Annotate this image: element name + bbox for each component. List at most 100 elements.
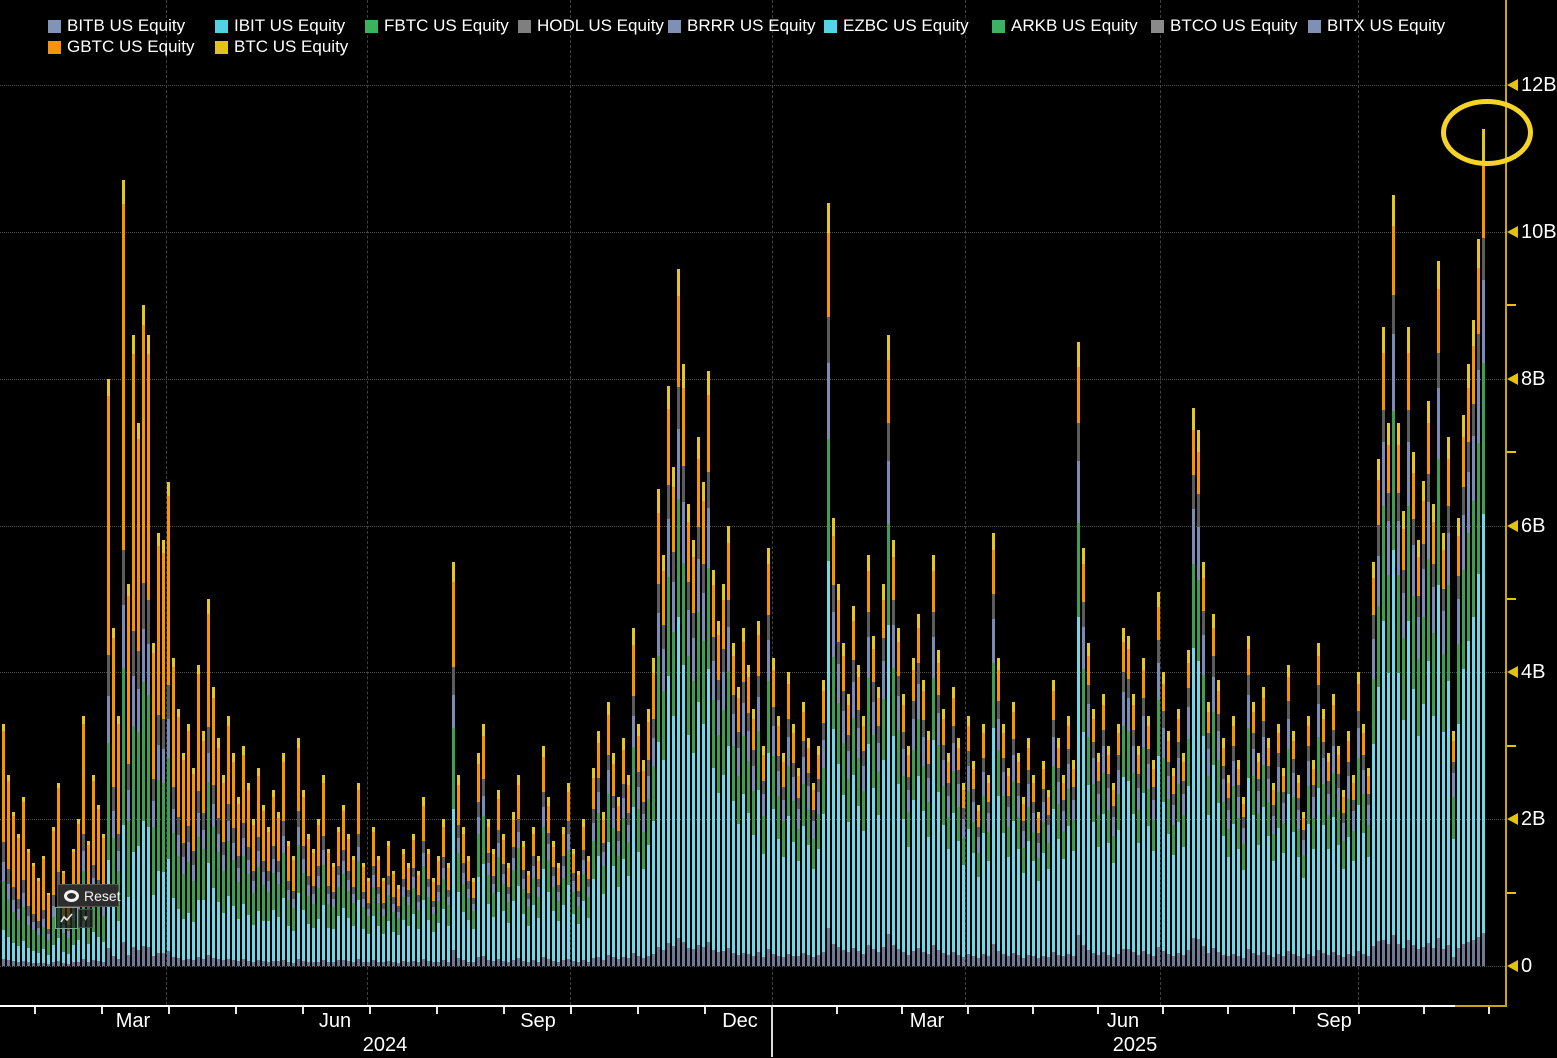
bar-segment-gbtc bbox=[1182, 762, 1185, 781]
bar-segment-btc bbox=[422, 797, 425, 805]
bar-segment-ibit bbox=[1252, 815, 1255, 952]
bar-segment-bitb bbox=[497, 843, 500, 857]
bar-segment-gray bbox=[1292, 759, 1295, 773]
legend-item-arkb[interactable]: ARKB US Equity bbox=[992, 16, 1138, 36]
volume-bar bbox=[1422, 481, 1425, 966]
legend-item-btc[interactable]: BTC US Equity bbox=[215, 37, 348, 57]
volume-bar bbox=[132, 335, 135, 966]
bar-segment-fbtc bbox=[1122, 726, 1125, 777]
bar-segment-base bbox=[87, 962, 90, 966]
bar-segment-base bbox=[1322, 953, 1325, 966]
volume-bar bbox=[42, 856, 45, 966]
bar-segment-base bbox=[1077, 935, 1080, 966]
bar-segment-btc bbox=[502, 834, 505, 841]
bar-segment-fbtc bbox=[102, 916, 105, 942]
bar-segment-base bbox=[382, 962, 385, 966]
volume-bar bbox=[692, 540, 695, 966]
bar-segment-btc bbox=[202, 731, 205, 740]
bar-segment-gbtc bbox=[332, 867, 335, 892]
bar-segment-fbtc bbox=[1232, 786, 1235, 823]
bar-segment-gbtc bbox=[42, 859, 45, 910]
volume-bar bbox=[597, 731, 600, 966]
bar-segment-base bbox=[1382, 940, 1385, 966]
bar-segment-gbtc bbox=[647, 722, 650, 761]
bar-segment-gbtc bbox=[1387, 445, 1390, 494]
volume-bar bbox=[587, 856, 590, 966]
bar-segment-ibit bbox=[302, 910, 305, 961]
bar-segment-base bbox=[1312, 956, 1315, 966]
bar-segment-gray bbox=[1122, 672, 1125, 692]
legend-item-brrr[interactable]: BRRR US Equity bbox=[668, 16, 815, 36]
bar-segment-btc bbox=[112, 628, 115, 638]
chart-type-dropdown-button[interactable]: ▾ bbox=[78, 909, 93, 928]
stacked-bars-plot[interactable] bbox=[0, 0, 1557, 966]
bar-segment-ibit bbox=[1242, 870, 1245, 958]
y-axis-major-tick bbox=[1507, 960, 1518, 972]
volume-bar bbox=[127, 584, 130, 966]
bar-segment-gbtc bbox=[927, 740, 930, 763]
bar-segment-base bbox=[1362, 954, 1365, 966]
volume-bar bbox=[867, 555, 870, 966]
legend-item-bitb[interactable]: BITB US Equity bbox=[48, 16, 185, 36]
bar-segment-gbtc bbox=[47, 895, 50, 929]
bar-segment-gray bbox=[287, 881, 290, 890]
bar-segment-fbtc bbox=[372, 887, 375, 916]
bar-segment-ibit bbox=[457, 892, 460, 959]
bar-segment-base bbox=[1292, 954, 1295, 966]
legend-item-ezbc[interactable]: EZBC US Equity bbox=[824, 16, 969, 36]
bar-segment-gray bbox=[377, 887, 380, 895]
bar-segment-gbtc bbox=[1207, 712, 1210, 733]
bar-segment-ibit bbox=[372, 916, 375, 961]
reset-button[interactable]: Reset bbox=[57, 884, 119, 907]
bar-segment-btc bbox=[712, 570, 715, 586]
chart-type-button[interactable] bbox=[55, 907, 78, 929]
bar-segment-base bbox=[637, 956, 640, 966]
bar-segment-ibit bbox=[1412, 689, 1415, 946]
bar-segment-bitb bbox=[302, 859, 305, 873]
bar-segment-btc bbox=[717, 621, 720, 635]
legend-item-hodl[interactable]: HODL US Equity bbox=[518, 16, 664, 36]
bar-segment-gbtc bbox=[1247, 649, 1250, 675]
y-axis-minor-tick bbox=[1507, 451, 1516, 453]
volume-bar bbox=[507, 863, 510, 966]
bar-segment-ibit bbox=[677, 617, 680, 938]
legend-item-bitx[interactable]: BITX US Equity bbox=[1308, 16, 1445, 36]
bar-segment-gbtc bbox=[797, 776, 800, 798]
bar-segment-gray bbox=[1347, 762, 1350, 776]
y-axis-minor-tick bbox=[1507, 598, 1516, 600]
bar-segment-ibit bbox=[1187, 786, 1190, 950]
bar-segment-ibit bbox=[1197, 661, 1200, 940]
legend-item-btco[interactable]: BTCO US Equity bbox=[1151, 16, 1298, 36]
bar-segment-base bbox=[1017, 955, 1020, 966]
bar-segment-btc bbox=[1432, 504, 1435, 523]
bar-segment-bitb bbox=[7, 884, 10, 899]
bar-segment-gray bbox=[962, 808, 965, 819]
bar-segment-gbtc bbox=[807, 748, 810, 773]
volume-bar bbox=[422, 797, 425, 966]
volume-bar bbox=[577, 871, 580, 966]
bar-segment-fbtc bbox=[247, 874, 250, 914]
volume-bar bbox=[1257, 753, 1260, 966]
bar-segment-btc bbox=[477, 753, 480, 764]
bar-segment-base bbox=[1107, 955, 1110, 966]
bar-segment-base bbox=[1142, 951, 1145, 966]
legend-item-ibit[interactable]: IBIT US Equity bbox=[215, 16, 345, 36]
bar-segment-base bbox=[432, 962, 435, 966]
bar-segment-gray bbox=[952, 726, 955, 743]
bar-segment-ibit bbox=[807, 845, 810, 954]
bar-segment-btc bbox=[1292, 731, 1295, 740]
bar-segment-bitb bbox=[1302, 840, 1305, 855]
bar-segment-base bbox=[1172, 956, 1175, 966]
legend-item-gbtc[interactable]: GBTC US Equity bbox=[48, 37, 195, 57]
bar-segment-fbtc bbox=[1287, 749, 1290, 794]
bar-segment-ibit bbox=[727, 746, 730, 949]
volume-bar bbox=[407, 863, 410, 966]
bar-segment-btc bbox=[697, 437, 700, 458]
bar-segment-ibit bbox=[272, 910, 275, 961]
x-axis-tick bbox=[369, 1007, 371, 1014]
legend-item-fbtc[interactable]: FBTC US Equity bbox=[365, 16, 509, 36]
volume-bar bbox=[112, 628, 115, 966]
bar-segment-ibit bbox=[432, 932, 435, 963]
bar-segment-gray bbox=[1382, 410, 1385, 442]
volume-bar bbox=[1207, 702, 1210, 966]
